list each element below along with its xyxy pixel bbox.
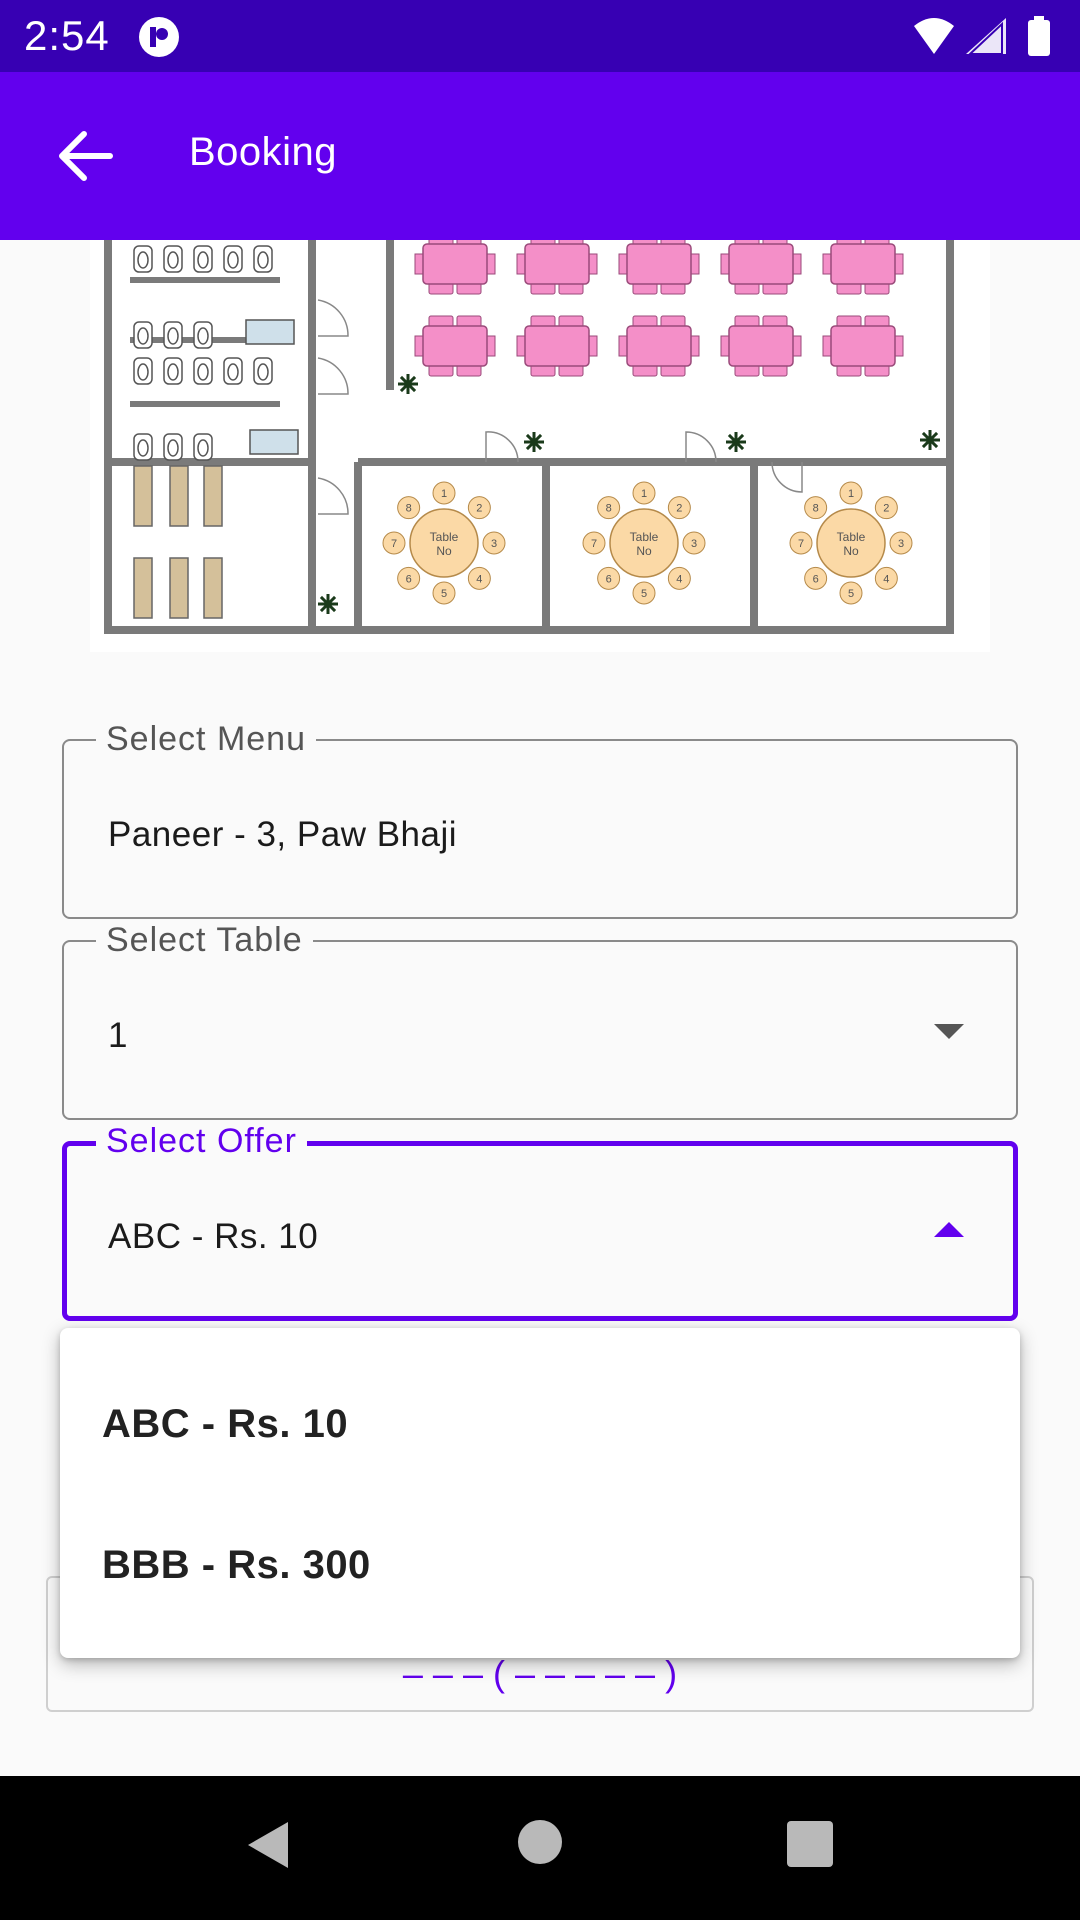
svg-text:2: 2 — [676, 503, 682, 515]
svg-text:2: 2 — [883, 503, 889, 515]
obscured-button-text: ‒ ‒ ‒ ( ‒ ‒ ‒ ‒ ‒ ) — [402, 1653, 678, 1694]
select-table-value: 1 — [108, 1016, 128, 1055]
select-menu-value: Paneer - 3, Paw Bhaji — [108, 815, 458, 854]
wifi-icon — [914, 18, 954, 54]
round-table: 1 2 3 4 5 6 7 8 TableNo — [582, 481, 706, 605]
svg-text:6: 6 — [406, 573, 412, 585]
dropdown-arrow-up-icon — [934, 1222, 964, 1237]
offer-option[interactable]: BBB - Rs. 300 — [102, 1543, 371, 1588]
page-title: Booking — [189, 130, 338, 174]
dining-table — [516, 315, 598, 377]
select-offer-label: Select Offer — [96, 1121, 307, 1161]
offer-option[interactable]: ABC - Rs. 10 — [102, 1402, 348, 1447]
svg-text:No: No — [636, 544, 652, 558]
svg-text:4: 4 — [476, 573, 482, 585]
dining-table — [720, 233, 802, 295]
svg-text:6: 6 — [813, 573, 819, 585]
svg-text:4: 4 — [676, 573, 682, 585]
app-notification-icon — [139, 17, 179, 57]
status-time: 2:54 — [24, 12, 110, 59]
svg-text:1: 1 — [641, 488, 647, 500]
nav-recent-apps-icon[interactable] — [787, 1821, 833, 1867]
svg-text:3: 3 — [691, 538, 697, 550]
svg-text:8: 8 — [406, 503, 412, 515]
select-offer-dropdown[interactable]: Select Offer ABC - Rs. 10 — [62, 1121, 1018, 1321]
svg-text:5: 5 — [848, 588, 854, 600]
svg-text:Table: Table — [430, 530, 459, 544]
offer-dropdown-menu: ABC - Rs. 10 BBB - Rs. 300 — [60, 1328, 1020, 1658]
dropdown-arrow-icon — [934, 1024, 964, 1039]
status-bar: 2:54 — [0, 0, 1080, 72]
dining-table — [618, 315, 700, 377]
signal-icon — [966, 18, 1006, 55]
svg-text:5: 5 — [641, 588, 647, 600]
dining-table — [822, 315, 904, 377]
round-table: 1 2 3 4 5 6 7 8 TableNo — [382, 481, 506, 605]
svg-text:1: 1 — [848, 488, 854, 500]
round-table: 1 2 3 4 5 6 7 8 TableNo — [789, 481, 913, 605]
svg-text:No: No — [843, 544, 859, 558]
select-menu-field[interactable]: Select Menu Paneer - 3, Paw Bhaji — [62, 719, 1018, 919]
svg-text:1: 1 — [441, 488, 447, 500]
app-bar: Booking — [0, 72, 1080, 240]
floor-plan-drawing: 12345678TableNo12345678TableNo12345678Ta… — [104, 233, 954, 634]
svg-text:Table: Table — [630, 530, 659, 544]
svg-text:6: 6 — [606, 573, 612, 585]
dining-tables — [414, 233, 904, 377]
status-icons — [914, 16, 1050, 56]
dining-table — [414, 315, 496, 377]
dining-table — [822, 233, 904, 295]
select-table-label: Select Table — [96, 920, 313, 960]
battery-icon — [1028, 16, 1050, 56]
system-nav-bar — [0, 1776, 1080, 1920]
svg-text:7: 7 — [591, 538, 597, 550]
select-menu-label: Select Menu — [96, 719, 316, 759]
dining-table — [414, 233, 496, 295]
svg-text:2: 2 — [476, 503, 482, 515]
svg-text:8: 8 — [813, 503, 819, 515]
floor-plan-image: 1 2 3 4 5 6 7 8 Table No 1 2 3 4 5 6 7 8 Table No 1 2 3 4 5 6 7 8 Ta… — [90, 233, 990, 652]
svg-text:7: 7 — [798, 538, 804, 550]
back-arrow-icon[interactable] — [44, 112, 132, 200]
svg-text:No: No — [436, 544, 452, 558]
svg-text:4: 4 — [883, 573, 889, 585]
svg-text:3: 3 — [898, 538, 904, 550]
svg-text:8: 8 — [606, 503, 612, 515]
select-offer-value: ABC - Rs. 10 — [108, 1217, 319, 1256]
svg-text:Table: Table — [837, 530, 866, 544]
svg-text:7: 7 — [391, 538, 397, 550]
nav-back-icon[interactable] — [244, 1820, 292, 1870]
dining-table — [516, 233, 598, 295]
svg-text:3: 3 — [491, 538, 497, 550]
svg-text:5: 5 — [441, 588, 447, 600]
private-rooms: 12345678TableNo12345678TableNo12345678Ta… — [382, 481, 913, 605]
dining-table — [618, 233, 700, 295]
select-table-dropdown[interactable]: Select Table 1 — [62, 920, 1018, 1120]
nav-home-icon[interactable] — [518, 1820, 562, 1864]
dining-table — [720, 315, 802, 377]
